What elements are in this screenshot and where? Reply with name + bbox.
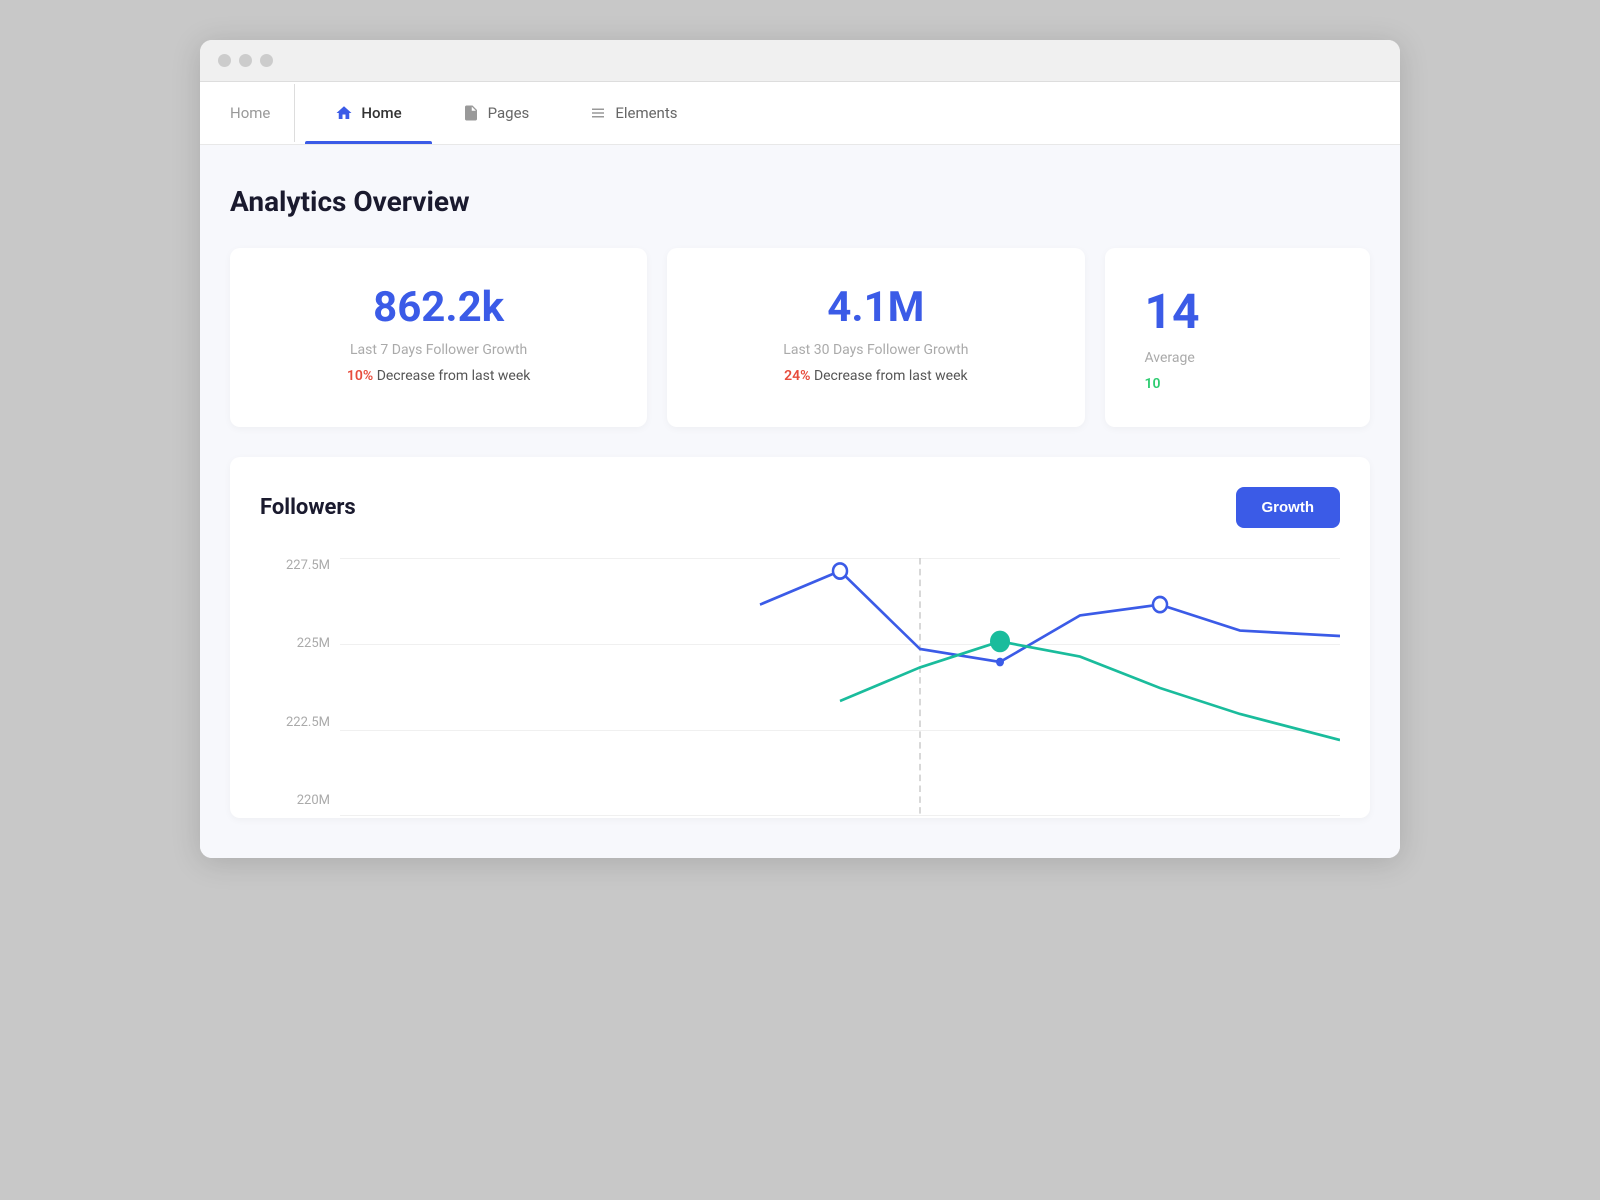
ylabel-3: 220M — [260, 793, 330, 808]
pages-icon — [462, 104, 480, 122]
stat-pct-30day: 24% — [784, 368, 810, 384]
nav-breadcrumb: Home — [230, 84, 295, 142]
stat-value-avg: 14 — [1145, 283, 1330, 340]
nav-tabs: Home Pages Elements — [305, 82, 707, 144]
growth-button[interactable]: Growth — [1236, 487, 1341, 528]
stats-row: 862.2k Last 7 Days Follower Growth 10% D… — [230, 248, 1370, 427]
stat-card-30day: 4.1M Last 30 Days Follower Growth 24% De… — [667, 248, 1084, 427]
browser-titlebar — [200, 40, 1400, 82]
chart-svg — [340, 558, 1340, 818]
tab-pages-label: Pages — [488, 104, 530, 122]
stat-value-30day: 4.1M — [707, 283, 1044, 332]
stat-value-7day: 862.2k — [270, 283, 607, 332]
stat-change-text-7day: Decrease from last week — [377, 368, 531, 384]
stat-pct-avg: 10 — [1145, 376, 1161, 392]
ylabel-2: 222.5M — [260, 715, 330, 730]
page-title: Analytics Overview — [230, 185, 1370, 218]
tab-home-label: Home — [361, 104, 401, 122]
chart-section: Followers Growth 227.5M 225M 222.5M 220M — [230, 457, 1370, 818]
tab-elements[interactable]: Elements — [559, 82, 707, 144]
chart-header: Followers Growth — [260, 487, 1340, 528]
tab-pages[interactable]: Pages — [432, 82, 560, 144]
home-icon — [335, 104, 353, 122]
stat-label-7day: Last 7 Days Follower Growth — [270, 342, 607, 358]
stat-change-avg: 10 — [1145, 376, 1330, 392]
stat-change-7day: 10% Decrease from last week — [270, 368, 607, 384]
stat-pct-7day: 10% — [347, 368, 373, 384]
ylabel-1: 225M — [260, 636, 330, 651]
tab-elements-label: Elements — [615, 104, 677, 122]
tab-home[interactable]: Home — [305, 82, 431, 144]
browser-dot-3 — [260, 54, 273, 67]
stat-card-avg: 14 Average 10 — [1105, 248, 1370, 427]
browser-window: Home Home Pages — [200, 40, 1400, 858]
main-content: Analytics Overview 862.2k Last 7 Days Fo… — [200, 145, 1400, 858]
chart-title: Followers — [260, 495, 356, 520]
chart-grid-area — [340, 558, 1340, 818]
stat-card-7day: 862.2k Last 7 Days Follower Growth 10% D… — [230, 248, 647, 427]
nav-bar: Home Home Pages — [200, 82, 1400, 145]
chart-area: 227.5M 225M 222.5M 220M — [260, 558, 1340, 818]
stat-label-avg: Average — [1145, 350, 1330, 366]
ylabel-0: 227.5M — [260, 558, 330, 573]
chart-yaxis: 227.5M 225M 222.5M 220M — [260, 558, 330, 818]
browser-dot-2 — [239, 54, 252, 67]
elements-icon — [589, 104, 607, 122]
stat-label-30day: Last 30 Days Follower Growth — [707, 342, 1044, 358]
stat-change-text-30day: Decrease from last week — [814, 368, 968, 384]
browser-dot-1 — [218, 54, 231, 67]
stat-change-30day: 24% Decrease from last week — [707, 368, 1044, 384]
